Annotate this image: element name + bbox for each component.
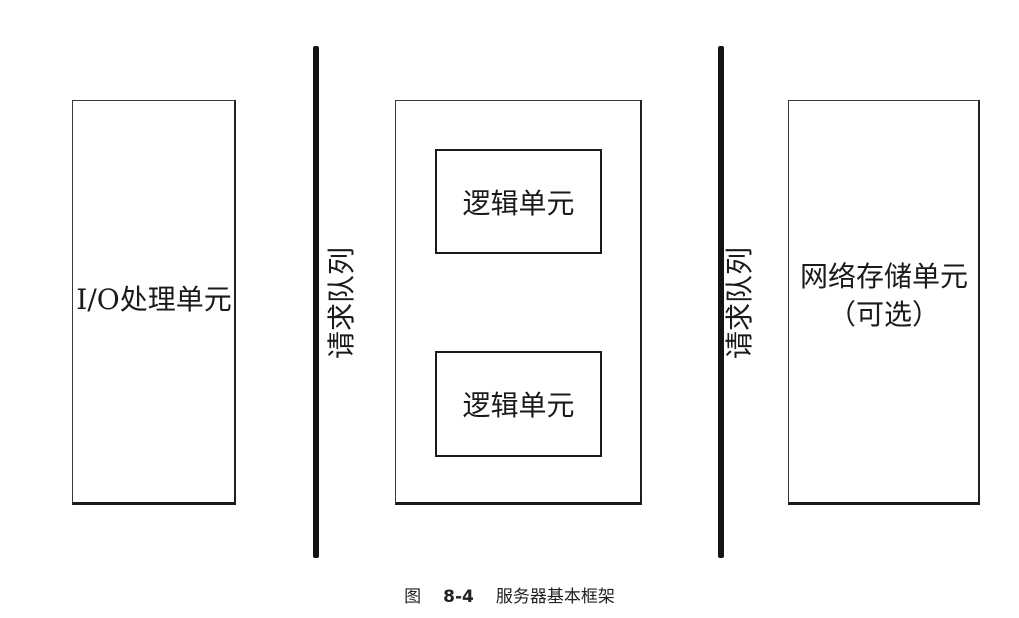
network-storage-unit-label: 网络存储单元 （可选） xyxy=(788,260,980,331)
figure-caption: 图 8-4 服务器基本框架 xyxy=(0,582,1019,607)
logic-unit-bottom: 逻辑单元 xyxy=(435,351,602,457)
figure-title: 服务器基本框架 xyxy=(495,587,615,607)
figure-number: 8-4 xyxy=(443,587,474,607)
request-queue-left-label: 请求队列 xyxy=(325,247,358,360)
io-processing-unit-label: I/O处理单元 xyxy=(76,283,232,316)
network-storage-unit-optional: （可选） xyxy=(827,297,940,331)
network-storage-unit-name: 网络存储单元 xyxy=(799,260,968,293)
request-queue-right-label: 请求队列 xyxy=(723,247,756,360)
request-queue-left-bar xyxy=(313,46,319,558)
logic-unit-top-label: 逻辑单元 xyxy=(462,186,575,220)
logic-unit-bottom-label: 逻辑单元 xyxy=(462,389,575,422)
logic-unit-top: 逻辑单元 xyxy=(435,149,602,254)
figure-word: 图 xyxy=(404,587,422,607)
